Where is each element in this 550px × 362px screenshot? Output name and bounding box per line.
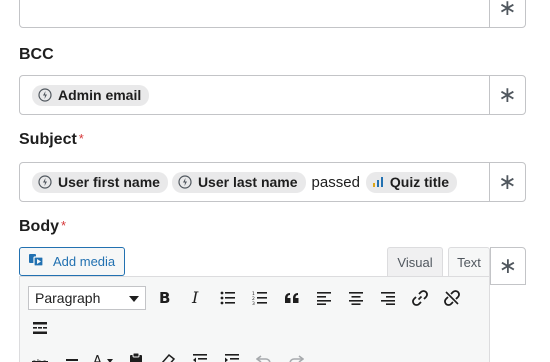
bullet-list-button[interactable] [212, 285, 244, 311]
text-color-icon: A [93, 353, 115, 362]
format-select[interactable]: Paragraph [28, 286, 146, 310]
redo-button[interactable] [280, 347, 312, 362]
chevron-down-icon [129, 290, 139, 306]
undo-icon [256, 353, 272, 362]
merge-tag-button[interactable]: ∗ [489, 76, 525, 114]
svg-text:3: 3 [252, 301, 255, 305]
editor-toolbar: Paragraph B I 123 abc A [19, 276, 490, 362]
asterisk-icon: ∗ [498, 169, 517, 195]
bold-button[interactable]: B [148, 285, 180, 311]
toolbar-row-1: B I 123 [148, 285, 468, 311]
italic-icon: I [189, 290, 203, 306]
eraser-icon [160, 353, 176, 362]
required-mark: * [78, 131, 84, 146]
svg-text:I: I [191, 290, 199, 306]
body-label: Body * [19, 218, 66, 236]
blockquote-icon [284, 292, 300, 304]
align-left-button[interactable] [308, 285, 340, 311]
undo-button[interactable] [248, 347, 280, 362]
to-field[interactable]: ∗ [19, 0, 526, 28]
tab-visual[interactable]: Visual [387, 247, 443, 276]
asterisk-icon: ∗ [498, 82, 517, 108]
tag-icon [178, 175, 192, 189]
subject-text: passed [311, 173, 360, 191]
horizontal-line-icon [64, 353, 80, 362]
align-right-icon [380, 291, 396, 305]
unlink-icon [443, 289, 461, 307]
clipboard-icon [129, 352, 143, 362]
subject-label: Subject * [19, 131, 84, 149]
merge-tag-button[interactable]: ∗ [490, 247, 526, 285]
media-icon [28, 252, 46, 271]
svg-text:A: A [93, 354, 102, 362]
align-center-button[interactable] [340, 285, 372, 311]
redo-icon [288, 353, 304, 362]
asterisk-icon: ∗ [498, 0, 517, 21]
merge-tag-quiz-title[interactable]: Quiz title [365, 171, 458, 193]
bcc-field-content[interactable]: Admin email [20, 76, 489, 114]
merge-tag-user-first-name[interactable]: User first name [32, 171, 168, 193]
required-mark: * [61, 218, 67, 233]
svg-text:B: B [159, 290, 170, 306]
tab-text[interactable]: Text [448, 247, 490, 276]
strikethrough-button[interactable]: abc [24, 347, 56, 362]
tag-icon [38, 88, 52, 102]
indent-icon [224, 353, 240, 362]
strikethrough-icon: abc [32, 353, 48, 362]
align-right-button[interactable] [372, 285, 404, 311]
link-icon [411, 289, 429, 307]
numbered-list-icon: 123 [252, 291, 268, 305]
asterisk-icon: ∗ [498, 253, 518, 279]
tag-label: User first name [58, 174, 160, 190]
insert-link-button[interactable] [404, 285, 436, 311]
add-media-button[interactable]: Add media [19, 247, 125, 276]
merge-tag-user-last-name[interactable]: User last name [171, 171, 306, 193]
subject-label-text: Subject [19, 131, 77, 148]
bar-chart-icon [372, 176, 384, 188]
to-field-content[interactable] [20, 0, 489, 27]
merge-tag-button[interactable]: ∗ [489, 163, 525, 201]
bold-icon: B [157, 290, 171, 306]
merge-tag-button[interactable]: ∗ [489, 0, 525, 27]
indent-button[interactable] [216, 347, 248, 362]
italic-button[interactable]: I [180, 285, 212, 311]
tag-icon [38, 175, 52, 189]
subject-field[interactable]: User first name User last name passed Qu… [19, 162, 526, 202]
horizontal-line-button[interactable] [56, 347, 88, 362]
align-center-icon [348, 291, 364, 305]
bcc-label: BCC [19, 46, 54, 63]
outdent-icon [192, 353, 208, 362]
toolbar-row-2 [24, 315, 56, 341]
remove-link-button[interactable] [436, 285, 468, 311]
body-label-text: Body [19, 218, 59, 235]
merge-tag-admin-email[interactable]: Admin email [32, 84, 150, 106]
bcc-field[interactable]: Admin email ∗ [19, 75, 526, 115]
subject-field-content[interactable]: User first name User last name passed Qu… [20, 163, 489, 201]
toolbar-row-3: abc A [24, 347, 312, 362]
add-media-label: Add media [53, 254, 116, 269]
read-more-icon [32, 321, 48, 335]
tag-label: Quiz title [389, 174, 450, 190]
format-select-value: Paragraph [35, 290, 101, 306]
tag-label: User last name [197, 174, 298, 190]
tag-label: Admin email [58, 87, 142, 103]
paste-text-button[interactable] [120, 347, 152, 362]
align-left-icon [316, 291, 332, 305]
outdent-button[interactable] [184, 347, 216, 362]
blockquote-button[interactable] [276, 285, 308, 311]
bullet-list-icon [220, 291, 236, 305]
read-more-button[interactable] [24, 315, 56, 341]
clear-formatting-button[interactable] [152, 347, 184, 362]
text-color-button[interactable]: A [88, 347, 120, 362]
numbered-list-button[interactable]: 123 [244, 285, 276, 311]
